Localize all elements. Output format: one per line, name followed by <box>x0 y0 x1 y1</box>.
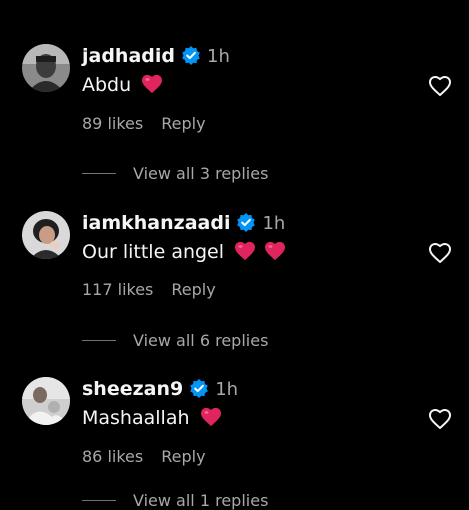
comment-meta: 86 likes Reply <box>82 447 206 466</box>
comment-meta: 89 likes Reply <box>82 114 206 133</box>
red-heart-emoji-icon <box>200 407 222 432</box>
comment-body: Our little angel <box>82 241 225 263</box>
view-replies-button[interactable]: View all 3 replies <box>82 163 268 183</box>
likes-count[interactable]: 86 likes <box>82 447 143 466</box>
comment-text: Mashaallah <box>82 407 222 432</box>
view-replies-button[interactable]: View all 6 replies <box>82 330 268 350</box>
heart-outline-icon <box>429 243 451 263</box>
comment-body: Mashaallah <box>82 407 190 429</box>
avatar-image <box>22 44 70 92</box>
view-replies-button[interactable]: View all 1 replies <box>82 490 268 510</box>
like-button[interactable] <box>428 75 452 97</box>
comment-body: Abdu <box>82 74 132 96</box>
view-replies-label: View all 3 replies <box>133 164 269 183</box>
red-heart-emoji-icon <box>264 241 286 266</box>
like-button[interactable] <box>428 242 452 264</box>
avatar-image <box>22 211 70 259</box>
view-replies-label: View all 1 replies <box>133 491 269 510</box>
likes-count[interactable]: 89 likes <box>82 114 143 133</box>
reply-button[interactable]: Reply <box>161 447 205 466</box>
comment-text: Abdu <box>82 74 163 99</box>
replies-divider-line <box>82 173 116 174</box>
likes-count[interactable]: 117 likes <box>82 280 153 299</box>
comment-timestamp[interactable]: 1h <box>262 213 285 234</box>
comment-meta: 117 likes Reply <box>82 280 216 299</box>
heart-outline-icon <box>429 76 451 96</box>
red-heart-emoji-icon <box>141 74 163 99</box>
comment-header: jadhadid 1h <box>82 45 230 70</box>
replies-divider-line <box>82 340 116 341</box>
avatar[interactable] <box>22 44 70 92</box>
reply-button[interactable]: Reply <box>161 114 205 133</box>
replies-divider-line <box>82 500 116 501</box>
heart-outline-icon <box>429 409 451 429</box>
username-link[interactable]: sheezan9 <box>82 378 183 400</box>
comment-text: Our little angel <box>82 241 286 266</box>
comment-timestamp[interactable]: 1h <box>215 379 238 400</box>
verified-badge-icon <box>189 378 209 403</box>
username-link[interactable]: iamkhanzaadi <box>82 212 230 234</box>
comment-header: sheezan9 1h <box>82 378 238 403</box>
verified-badge-icon <box>181 45 201 70</box>
comment-timestamp[interactable]: 1h <box>207 46 230 67</box>
comment-header: iamkhanzaadi 1h <box>82 212 285 237</box>
like-button[interactable] <box>428 408 452 430</box>
reply-button[interactable]: Reply <box>171 280 215 299</box>
avatar-image <box>22 377 70 425</box>
username-link[interactable]: jadhadid <box>82 45 175 67</box>
verified-badge-icon <box>236 212 256 237</box>
avatar[interactable] <box>22 377 70 425</box>
avatar[interactable] <box>22 211 70 259</box>
red-heart-emoji-icon <box>234 241 256 266</box>
view-replies-label: View all 6 replies <box>133 331 269 350</box>
